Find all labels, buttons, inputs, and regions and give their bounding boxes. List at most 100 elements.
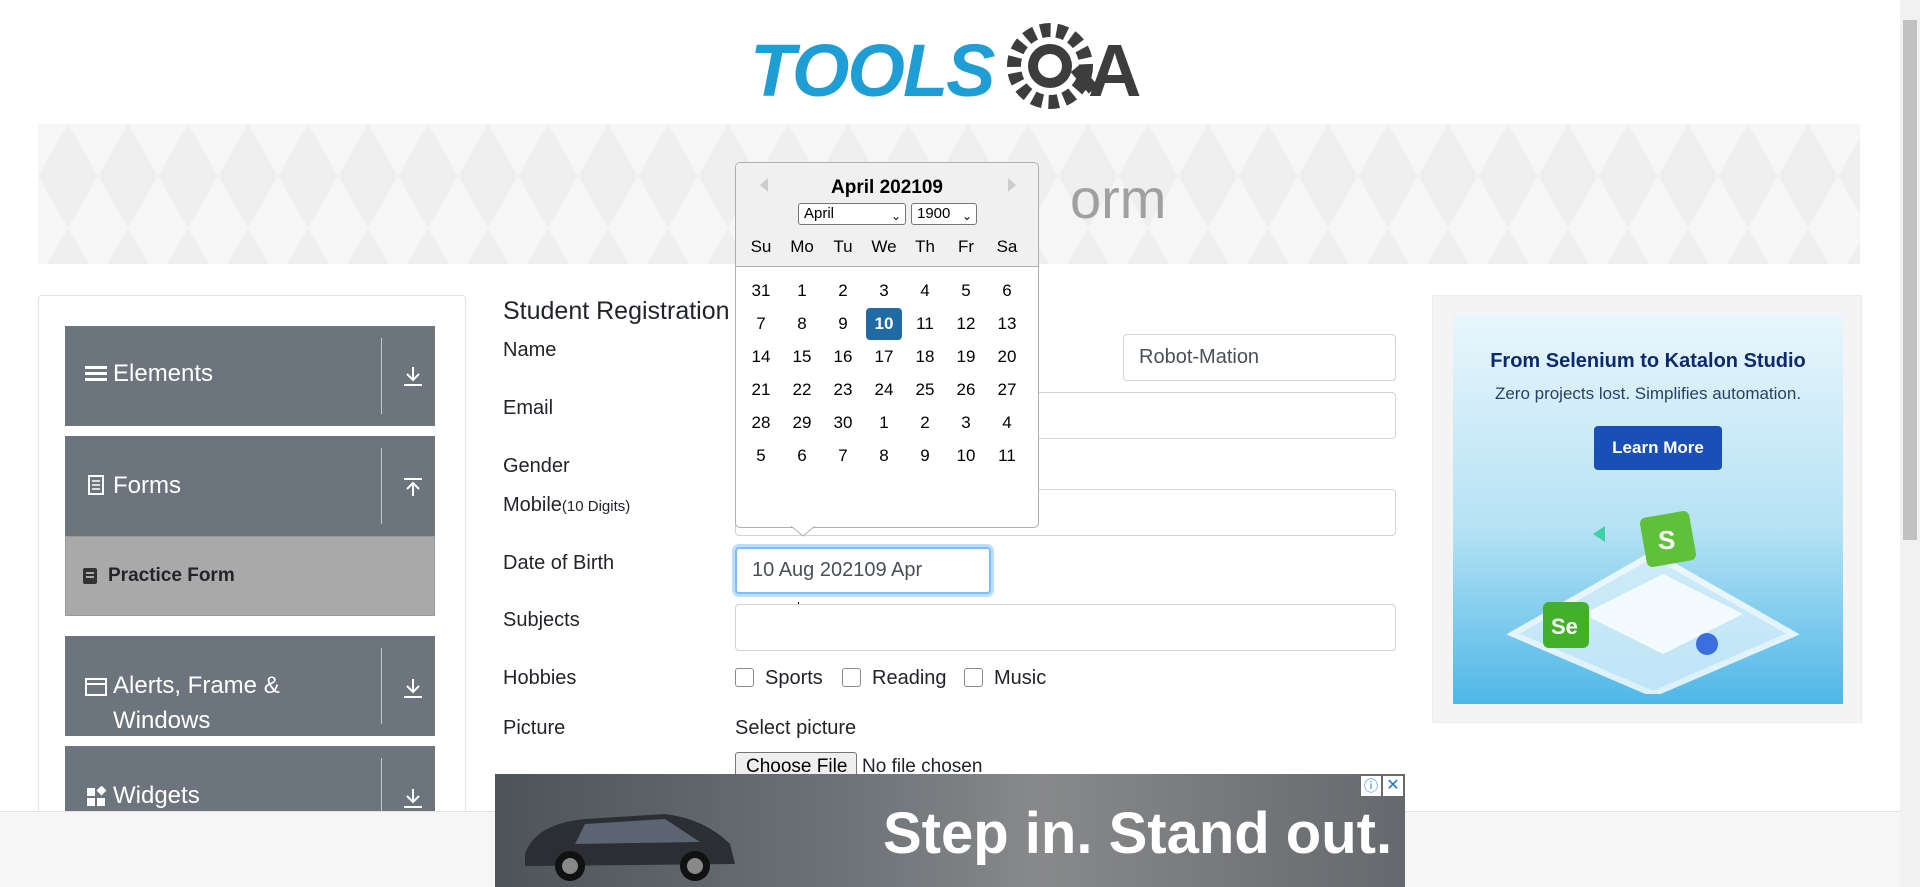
sports-label[interactable]: Sports — [765, 667, 823, 690]
calendar-day[interactable]: 1 — [866, 407, 902, 439]
sidebar: Elements Forms Practice Form Alerts, Fra… — [38, 295, 466, 815]
chevron-down-icon: ⌄ — [961, 209, 972, 223]
calendar-day[interactable]: 10 — [866, 308, 902, 340]
ad-illustration: S Se — [1506, 510, 1800, 694]
calendar-day[interactable]: 9 — [907, 440, 943, 472]
sidebar-group-label-line2: Windows — [113, 707, 211, 734]
calendar-day[interactable]: 19 — [948, 341, 984, 373]
calendar-day[interactable]: 4 — [907, 275, 943, 307]
year-select-value: 1900 — [917, 205, 951, 222]
mobile-label: Mobile(10 Digits) — [503, 494, 630, 517]
calendar-day[interactable]: 11 — [989, 440, 1025, 472]
bottom-advertisement[interactable]: Step in. Stand out. ⓘ ✕ — [495, 774, 1405, 887]
calendar-day[interactable]: 24 — [866, 374, 902, 406]
advertisement[interactable]: From Selenium to Katalon Studio Zero pro… — [1432, 295, 1862, 723]
month-select[interactable]: April ⌄ — [798, 203, 906, 225]
divider — [381, 648, 382, 724]
adchoices-icon[interactable]: ⓘ — [1361, 776, 1381, 796]
sidebar-item-label: Practice Form — [108, 565, 235, 586]
subjects-input[interactable] — [735, 604, 1396, 651]
calendar-day[interactable]: 26 — [948, 374, 984, 406]
hamburger-icon — [85, 362, 107, 384]
weekday-label: Th — [915, 237, 935, 256]
dob-label: Date of Birth — [503, 552, 615, 574]
svg-text:Se: Se — [1551, 614, 1578, 639]
weekday-label: Su — [750, 237, 772, 256]
calendar-day[interactable]: 6 — [989, 275, 1025, 307]
upload-icon[interactable] — [401, 476, 425, 500]
download-icon[interactable] — [401, 364, 425, 388]
calendar-day[interactable]: 31 — [743, 275, 779, 307]
calendar-day[interactable]: 3 — [948, 407, 984, 439]
calendar-day[interactable]: 5 — [948, 275, 984, 307]
car-image — [525, 814, 735, 881]
calendar-day[interactable]: 8 — [784, 308, 820, 340]
banner-title: orm — [1070, 167, 1167, 230]
divider — [381, 448, 382, 524]
calendar-day[interactable]: 2 — [907, 407, 943, 439]
datepicker-popup: April 202109 April ⌄ 1900 ⌄ Su Mo Tu We Th Fr Sa… — [735, 162, 1039, 537]
calendar-day[interactable]: 27 — [989, 374, 1025, 406]
sidebar-group-widgets[interactable]: Widgets — [65, 746, 435, 815]
calendar-day[interactable]: 30 — [825, 407, 861, 439]
calendar-day[interactable]: 15 — [784, 341, 820, 373]
mobile-hint: (10 Digits) — [561, 498, 631, 515]
svg-text:TOOLS: TOOLS — [750, 29, 995, 112]
music-checkbox[interactable] — [964, 668, 983, 687]
calendar-day[interactable]: 9 — [825, 308, 861, 340]
close-icon[interactable]: ✕ — [1383, 776, 1403, 796]
select-picture-label: Select picture — [735, 717, 857, 739]
calendar-day[interactable]: 17 — [866, 341, 902, 373]
sidebar-group-label: Widgets — [113, 782, 200, 809]
ad-subline: Zero projects lost. Simplifies automatio… — [1494, 384, 1802, 403]
learn-more-button[interactable]: Learn More — [1594, 426, 1722, 470]
picture-label: Picture — [503, 717, 566, 739]
calendar-day[interactable]: 1 — [784, 275, 820, 307]
calendar-day[interactable]: 18 — [907, 341, 943, 373]
weekday-label: Tu — [833, 237, 853, 256]
calendar-day[interactable]: 21 — [743, 374, 779, 406]
calendar-day[interactable]: 4 — [989, 407, 1025, 439]
calendar-day[interactable]: 29 — [784, 407, 820, 439]
sidebar-item-practice-form[interactable]: Practice Form — [65, 536, 435, 616]
calendar-day[interactable]: 6 — [784, 440, 820, 472]
calendar-day[interactable]: 12 — [948, 308, 984, 340]
document-icon — [85, 474, 107, 496]
sports-checkbox[interactable] — [735, 668, 754, 687]
sidebar-group-elements[interactable]: Elements — [65, 326, 435, 426]
calendar-day[interactable]: 2 — [825, 275, 861, 307]
calendar-day[interactable]: 28 — [743, 407, 779, 439]
download-icon[interactable] — [401, 786, 425, 810]
reading-checkbox[interactable] — [842, 668, 861, 687]
download-icon[interactable] — [401, 676, 425, 700]
weekday-label: Fr — [957, 237, 975, 256]
sidebar-group-forms[interactable]: Forms — [65, 436, 435, 536]
sidebar-group-alerts[interactable]: Alerts, Frame & Windows — [65, 636, 435, 736]
calendar-day[interactable]: 20 — [989, 341, 1025, 373]
calendar-day[interactable]: 7 — [743, 308, 779, 340]
calendar-day[interactable]: 13 — [989, 308, 1025, 340]
svg-text:A: A — [1088, 29, 1141, 112]
calendar-day[interactable]: 11 — [907, 308, 943, 340]
reading-label[interactable]: Reading — [872, 667, 947, 690]
last-name-input[interactable]: Robot-Mation — [1123, 334, 1396, 381]
calendar-day[interactable]: 25 — [907, 374, 943, 406]
music-label[interactable]: Music — [994, 667, 1046, 690]
calendar-day[interactable]: 16 — [825, 341, 861, 373]
date-of-birth-input[interactable]: 10 Aug 202109 Apr 1991​ — [735, 547, 991, 624]
calendar-day[interactable]: 14 — [743, 341, 779, 373]
divider — [381, 758, 382, 814]
ad-headline: From Selenium to Katalon Studio — [1490, 350, 1806, 372]
calendar-day[interactable]: 22 — [784, 374, 820, 406]
toolsqa-logo[interactable]: TOOLS A — [750, 18, 1155, 114]
calendar-day[interactable]: 3 — [866, 275, 902, 307]
calendar-day[interactable]: 7 — [825, 440, 861, 472]
calendar-day[interactable]: 23 — [825, 374, 861, 406]
calendar-day[interactable]: 8 — [866, 440, 902, 472]
calendar-day[interactable]: 5 — [743, 440, 779, 472]
year-select[interactable]: 1900 ⌄ — [911, 203, 977, 225]
ad-creative[interactable]: From Selenium to Katalon Studio Zero pro… — [1453, 314, 1843, 704]
hobbies-label: Hobbies — [503, 667, 577, 689]
scrollbar-thumb[interactable] — [1903, 20, 1917, 540]
calendar-day[interactable]: 10 — [948, 440, 984, 472]
